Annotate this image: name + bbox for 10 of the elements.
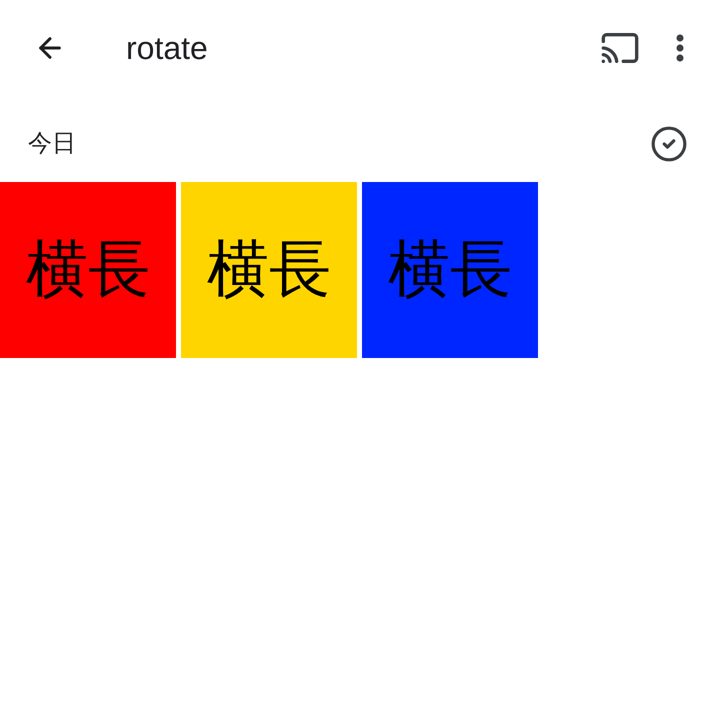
check-circle-icon bbox=[650, 125, 688, 163]
section-title: 今日 bbox=[28, 129, 76, 159]
photo-thumbnail[interactable]: 横長 bbox=[362, 182, 538, 358]
thumbnail-text: 横長 bbox=[207, 239, 331, 301]
app-bar-title: rotate bbox=[126, 29, 208, 68]
thumbnail-text: 横長 bbox=[26, 239, 150, 301]
photo-thumbnail[interactable]: 横長 bbox=[181, 182, 357, 358]
thumbnail-text: 横長 bbox=[388, 239, 512, 301]
more-vertical-icon bbox=[676, 34, 684, 62]
photo-thumbnail[interactable]: 横長 bbox=[0, 182, 176, 358]
